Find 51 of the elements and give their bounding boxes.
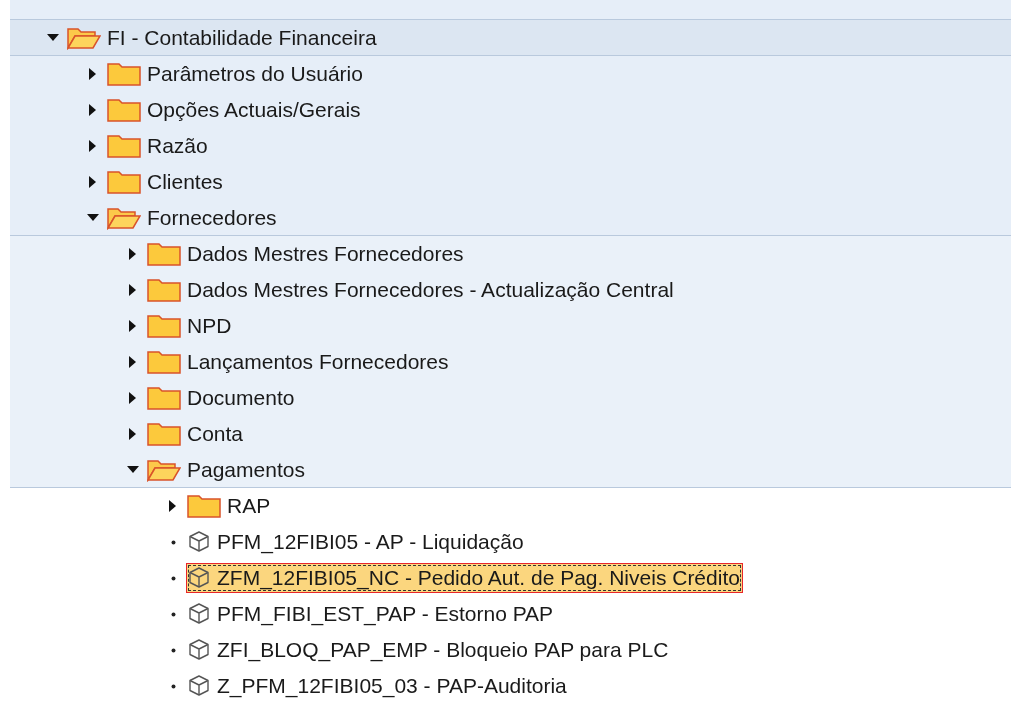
tree-node[interactable]: NPD — [146, 311, 235, 341]
bullet-icon — [170, 683, 176, 689]
tree-node[interactable]: RAP — [186, 491, 274, 521]
tree-node[interactable]: Pagamentos — [146, 454, 308, 485]
bullet-icon — [170, 575, 176, 581]
folder-icon — [107, 170, 141, 194]
tree-node[interactable]: Documento — [146, 383, 298, 413]
tree-node[interactable]: PFM_FIBI_EST_PAP - Estorno PAP — [186, 599, 557, 629]
collapse-arrow-icon[interactable] — [87, 213, 99, 222]
tree-node[interactable]: ZFI_BLOQ_PAP_EMP - Bloqueio PAP para PLC — [186, 635, 672, 665]
expand-arrow-icon[interactable] — [169, 500, 177, 512]
bullet-icon — [170, 539, 176, 545]
collapse-arrow-icon[interactable] — [47, 33, 59, 42]
expand-arrow-icon[interactable] — [89, 104, 97, 116]
folder-icon — [147, 278, 181, 302]
expand-arrow-icon[interactable] — [89, 68, 97, 80]
bullet-icon — [170, 647, 176, 653]
folder-icon — [147, 242, 181, 266]
tree-node[interactable]: PFM_12FIBI05 - AP - Liquidação — [186, 527, 527, 557]
expand-arrow-icon[interactable] — [129, 392, 137, 404]
expand-arrow-icon[interactable] — [129, 248, 137, 260]
collapse-arrow-icon[interactable] — [127, 465, 139, 474]
tree-node[interactable]: Razão — [106, 131, 211, 161]
expand-arrow-icon[interactable] — [89, 176, 97, 188]
cube-icon — [187, 566, 211, 590]
tree-node[interactable]: Clientes — [106, 167, 226, 197]
cube-icon — [187, 638, 211, 662]
folder-icon — [147, 386, 181, 410]
folder-icon — [147, 422, 181, 446]
open-folder-icon — [67, 25, 101, 50]
folder-icon — [187, 494, 221, 518]
tree-node[interactable]: Z_PFM_12FIBI05_03 - PAP-Auditoria — [186, 671, 570, 701]
folder-icon — [147, 350, 181, 374]
expand-arrow-icon[interactable] — [89, 140, 97, 152]
expand-arrow-icon[interactable] — [129, 320, 137, 332]
folder-icon — [107, 134, 141, 158]
tree-node[interactable]: Conta — [146, 419, 247, 449]
expand-arrow-icon[interactable] — [129, 284, 137, 296]
tree-node[interactable]: Fornecedores — [106, 202, 280, 233]
expand-arrow-icon[interactable] — [129, 356, 137, 368]
open-folder-icon — [147, 457, 181, 482]
expand-arrow-icon[interactable] — [129, 428, 137, 440]
cube-icon — [187, 674, 211, 698]
cube-icon — [187, 602, 211, 626]
folder-icon — [107, 98, 141, 122]
folder-icon — [147, 314, 181, 338]
folder-icon — [107, 62, 141, 86]
tree-node[interactable]: ZFM_12FIBI05_NC - Pedido Aut. de Pag. Niveis Crédito — [186, 563, 743, 593]
open-folder-icon — [107, 205, 141, 230]
bullet-icon — [170, 611, 176, 617]
cube-icon — [187, 530, 211, 554]
